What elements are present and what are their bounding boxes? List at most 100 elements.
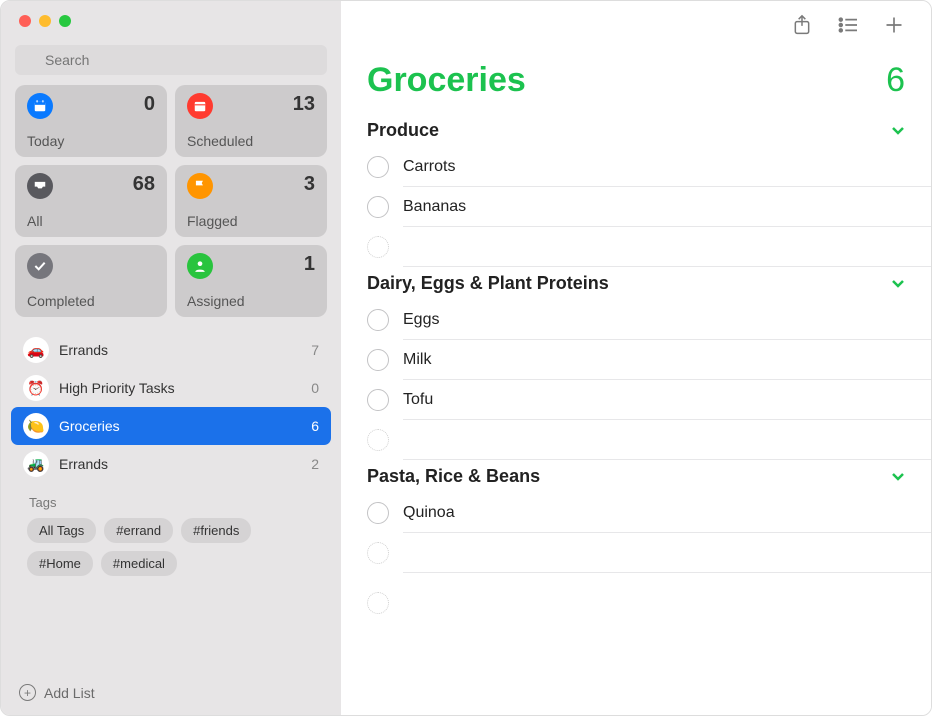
tags-header: Tags [27,495,321,510]
list-item-label: Errands [59,342,311,358]
list-item[interactable]: 🚜 Errands 2 [11,445,331,483]
add-list-button[interactable]: + Add List [1,674,341,715]
search-input[interactable] [15,45,327,75]
smart-list-scheduled[interactable]: 13 Scheduled [175,85,327,157]
complete-toggle[interactable] [367,309,389,331]
tag[interactable]: #medical [101,551,177,576]
plus-circle-icon: + [19,684,36,701]
task-row[interactable]: Milk [341,340,931,380]
smart-label: Scheduled [187,133,315,149]
tag[interactable]: #friends [181,518,251,543]
sidebar: 0 Today 13 Scheduled 68 [1,1,341,715]
list-header: Groceries 6 [341,49,931,114]
list-item-groceries[interactable]: 🍋 Groceries 6 [11,407,331,445]
share-button[interactable] [791,14,813,36]
section-header[interactable]: Dairy, Eggs & Plant Proteins [341,267,931,300]
person-icon [187,253,213,279]
section-header[interactable]: Produce [341,114,931,147]
smart-label: Today [27,133,155,149]
chevron-down-icon [891,472,905,482]
smart-label: All [27,213,155,229]
list-item[interactable]: ⏰ High Priority Tasks 0 [11,369,331,407]
tag[interactable]: #Home [27,551,93,576]
smart-list-flagged[interactable]: 3 Flagged [175,165,327,237]
complete-toggle[interactable] [367,196,389,218]
main-panel: Groceries 6 Produce Carrots Bananas [341,1,931,715]
tray-icon [27,173,53,199]
tag[interactable]: #errand [104,518,173,543]
checkmark-circle-icon [27,253,53,279]
tag[interactable]: All Tags [27,518,96,543]
flag-icon [187,173,213,199]
new-task-placeholder-icon[interactable] [367,236,389,258]
task-row[interactable]: Quinoa [341,493,931,533]
list-emoji-icon: 🍋 [23,413,49,439]
smart-count: 1 [304,253,315,276]
section: Pasta, Rice & Beans Quinoa [341,460,931,573]
complete-toggle[interactable] [367,156,389,178]
task-title: Tofu [403,391,433,409]
app-window: 0 Today 13 Scheduled 68 [0,0,932,716]
add-list-label: Add List [44,685,95,701]
task-row[interactable]: Bananas [341,187,931,227]
new-reminder-button[interactable] [883,14,905,36]
list-item-label: Errands [59,456,311,472]
maximize-window-button[interactable] [59,15,71,27]
smart-list-completed[interactable]: Completed [15,245,167,317]
chevron-down-icon [891,126,905,136]
list-emoji-icon: 🚜 [23,451,49,477]
task-row[interactable]: Tofu [341,380,931,420]
smart-list-today[interactable]: 0 Today [15,85,167,157]
list-title: Groceries [367,61,526,100]
list-total-count: 6 [886,61,905,100]
new-task-placeholder-icon[interactable] [367,542,389,564]
list-item-count: 7 [311,342,319,358]
section-title: Pasta, Rice & Beans [367,466,540,487]
new-task-row[interactable] [341,533,931,573]
new-task-placeholder-icon[interactable] [367,592,389,614]
section-title: Dairy, Eggs & Plant Proteins [367,273,609,294]
minimize-window-button[interactable] [39,15,51,27]
list-emoji-icon: 🚗 [23,337,49,363]
list-item-count: 6 [311,418,319,434]
toolbar [341,1,931,49]
list-item-count: 2 [311,456,319,472]
complete-toggle[interactable] [367,502,389,524]
list-emoji-icon: ⏰ [23,375,49,401]
close-window-button[interactable] [19,15,31,27]
task-title: Carrots [403,158,455,176]
tags-section: Tags All Tags #errand #friends #Home #me… [11,483,331,576]
task-title: Bananas [403,198,466,216]
calendar-today-icon [27,93,53,119]
reminders-content: Produce Carrots Bananas [341,114,931,715]
complete-toggle[interactable] [367,389,389,411]
smart-lists-grid: 0 Today 13 Scheduled 68 [1,85,341,327]
smart-list-all[interactable]: 68 All [15,165,167,237]
section: Produce Carrots Bananas [341,114,931,267]
list-item-label: High Priority Tasks [59,380,311,396]
chevron-down-icon [891,279,905,289]
task-row[interactable]: Eggs [341,300,931,340]
new-task-placeholder-icon[interactable] [367,429,389,451]
calendar-icon [187,93,213,119]
my-lists: 🚗 Errands 7 ⏰ High Priority Tasks 0 🍋 Gr… [1,327,341,674]
smart-count: 0 [144,93,155,116]
task-row[interactable]: Carrots [341,147,931,187]
smart-label: Completed [27,293,155,309]
smart-list-assigned[interactable]: 1 Assigned [175,245,327,317]
list-item-label: Groceries [59,418,311,434]
new-task-row[interactable] [341,227,931,267]
list-view-button[interactable] [837,14,859,36]
new-task-row[interactable] [341,583,931,623]
new-task-row[interactable] [341,420,931,460]
task-title: Quinoa [403,504,455,522]
section: Dairy, Eggs & Plant Proteins Eggs Milk T… [341,267,931,460]
smart-count: 3 [304,173,315,196]
section-title: Produce [367,120,439,141]
smart-label: Flagged [187,213,315,229]
list-item-count: 0 [311,380,319,396]
list-item[interactable]: 🚗 Errands 7 [11,331,331,369]
complete-toggle[interactable] [367,349,389,371]
smart-label: Assigned [187,293,315,309]
section-header[interactable]: Pasta, Rice & Beans [341,460,931,493]
